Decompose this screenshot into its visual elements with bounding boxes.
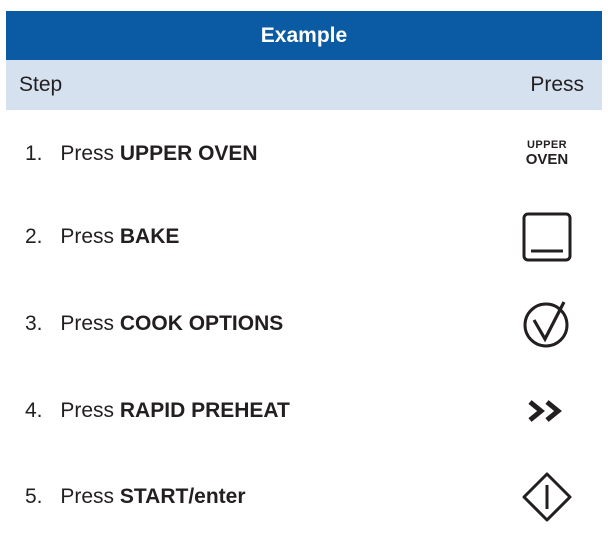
step-prefix: Press	[60, 312, 115, 335]
table-header-row: Step Press	[6, 60, 602, 110]
step-row-5: 5. Press START/enter	[6, 467, 602, 527]
step-row-2: 2. Press BAKE	[6, 207, 602, 267]
step-text: 4. Press RAPID PREHEAT	[25, 381, 290, 441]
bake-square-icon	[518, 207, 576, 267]
step-key-label: UPPER OVEN	[119, 142, 258, 165]
step-prefix: Press	[60, 485, 115, 508]
step-number: 2.	[25, 225, 43, 248]
step-number: 4.	[25, 399, 43, 422]
step-key-label: RAPID PREHEAT	[119, 399, 290, 422]
step-number: 3.	[25, 312, 43, 335]
step-key-label: START/enter	[119, 485, 246, 508]
step-row-3: 3. Press COOK OPTIONS	[6, 294, 602, 354]
step-row-4: 4. Press RAPID PREHEAT	[6, 381, 602, 441]
step-prefix: Press	[60, 225, 115, 248]
check-circle-icon	[518, 294, 576, 354]
example-table: Example Step Press 1. Press UPPER OVEN U…	[0, 0, 608, 533]
step-number: 5.	[25, 485, 43, 508]
start-diamond-icon	[518, 467, 576, 527]
step-prefix: Press	[60, 142, 115, 165]
upper-oven-text-icon: UPPER OVEN	[518, 124, 576, 184]
double-chevron-right-icon	[518, 381, 576, 441]
step-key-label: COOK OPTIONS	[119, 312, 284, 335]
header-press: Press	[530, 73, 584, 96]
table-title: Example	[6, 11, 602, 60]
step-text: 3. Press COOK OPTIONS	[25, 294, 283, 354]
step-row-1: 1. Press UPPER OVEN UPPER OVEN	[6, 124, 602, 184]
upper-oven-icon-line-2: OVEN	[525, 150, 569, 168]
step-prefix: Press	[60, 399, 115, 422]
step-text: 1. Press UPPER OVEN	[25, 124, 258, 184]
step-text: 2. Press BAKE	[25, 207, 179, 267]
table-title-text: Example	[260, 23, 348, 47]
header-step: Step	[19, 73, 63, 96]
step-key-label: BAKE	[119, 225, 180, 248]
step-text: 5. Press START/enter	[25, 467, 246, 527]
step-number: 1.	[25, 142, 43, 165]
